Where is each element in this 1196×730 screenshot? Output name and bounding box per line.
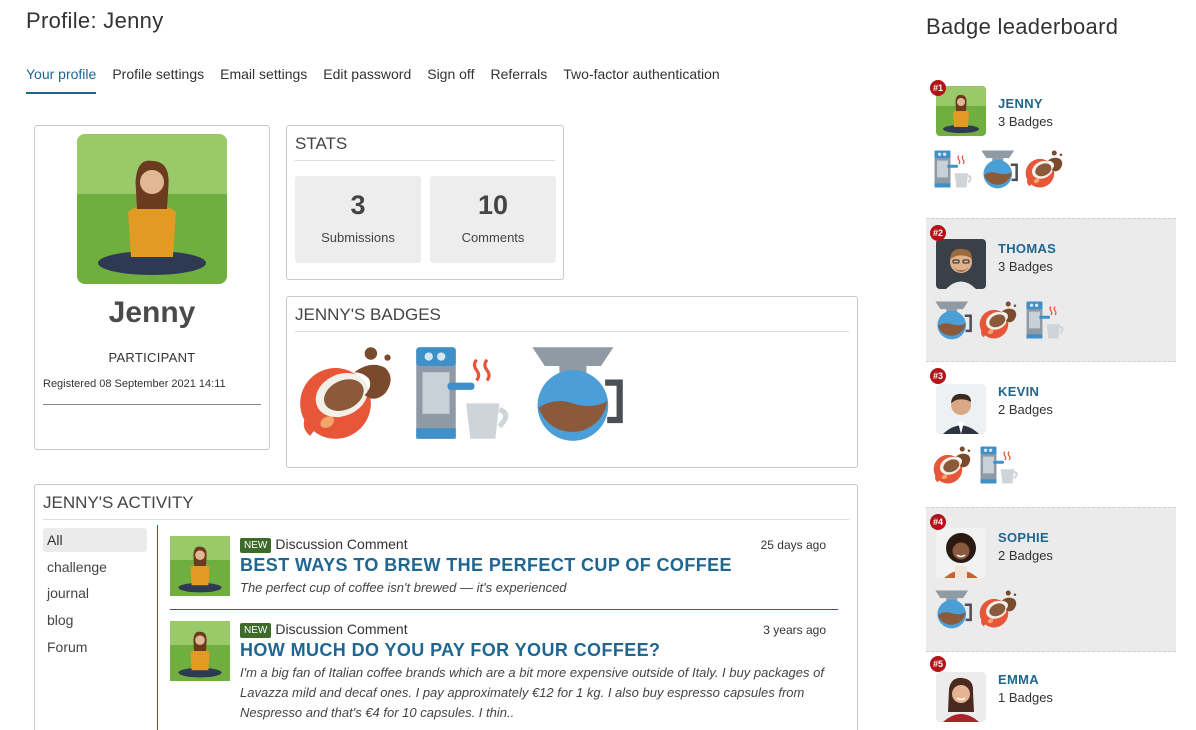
filter-challenge[interactable]: challenge [43,555,147,579]
activity-item: NEW Discussion Comment 25 days ago BEST W… [170,536,840,596]
spilled-coffee-cup-badge-icon [293,341,403,445]
avatar [936,239,986,289]
activity-type: NEW Discussion Comment [240,536,408,553]
stats-title: STATS [295,134,348,153]
activity-divider [157,525,158,730]
rank-badge: #3 [930,368,946,384]
rank-badge: #1 [930,80,946,96]
tab-referrals[interactable]: Referrals [490,64,547,94]
leaderboard-badge-count: 2 Badges [998,402,1053,417]
leaderboard-badges [932,148,1066,190]
leaderboard-badge-count: 1 Badges [998,690,1053,705]
activity-title: JENNY'S ACTIVITY [43,493,194,512]
stat-value: 10 [477,190,509,220]
tab-two-factor-authentication[interactable]: Two-factor authentication [563,64,719,94]
leaderboard-badges [932,588,1020,630]
activity-avatar [170,536,230,596]
tab-email-settings[interactable]: Email settings [220,64,307,94]
activity-separator [170,609,838,610]
filter-blog[interactable]: blog [43,608,147,632]
new-badge: NEW [240,623,272,638]
activity-type-label: Discussion Comment [275,621,408,637]
tab-sign-off[interactable]: Sign off [427,64,474,94]
registration-date: Registered 08 September 2021 14:11 [43,378,226,390]
stat-value: 3 [350,190,366,220]
activity-card: JENNY'S ACTIVITY All challenge journal b… [34,484,858,730]
badges-title: JENNY'S BADGES [295,305,441,324]
divider [43,404,261,405]
leaderboard-badge-count: 3 Badges [998,114,1053,129]
stat-label: Comments [461,230,525,245]
activity-excerpt: The perfect cup of coffee isn't brewed —… [240,580,567,595]
activity-time: 25 days ago [760,538,826,552]
tab-edit-password[interactable]: Edit password [323,64,411,94]
avatar [936,528,986,578]
stats-card: STATS 3 Submissions 10 Comments [286,125,564,280]
badges-card: JENNY'S BADGES [286,296,858,468]
divider [295,331,849,332]
espresso-machine-badge-icon [978,444,1020,486]
stat-comments: 10 Comments [430,176,556,263]
profile-avatar [77,134,227,284]
spilled-coffee-cup-badge-icon [978,299,1020,341]
coffee-pot-badge-icon [521,341,631,445]
espresso-machine-badge-icon [932,148,974,190]
activity-title-link[interactable]: HOW MUCH DO YOU PAY FOR YOUR COFFEE? [240,640,660,661]
coffee-pot-badge-icon [932,299,974,341]
rank-badge: #4 [930,514,946,530]
filter-journal[interactable]: journal [43,581,147,605]
leaderboard-badges [932,444,1020,486]
profile-tabs: Your profile Profile settings Email sett… [26,64,736,94]
spilled-coffee-cup-badge-icon [978,588,1020,630]
leaderboard-entry[interactable]: #1 JENNY 3 Badges [926,80,1176,210]
activity-title-link[interactable]: BEST WAYS TO BREW THE PERFECT CUP OF COF… [240,555,732,576]
leaderboard-name[interactable]: JENNY [998,96,1043,111]
leaderboard-badge-count: 3 Badges [998,259,1053,274]
rank-badge: #5 [930,656,946,672]
leaderboard-entry[interactable]: #4 SOPHIE 2 Badges [926,507,1176,652]
leaderboard-badges [932,299,1066,341]
activity-avatar [170,621,230,681]
leaderboard-entry[interactable]: #2 THOMAS 3 Badges [926,218,1176,362]
divider [43,519,849,520]
filter-all[interactable]: All [43,528,147,552]
stat-label: Submissions [321,230,395,245]
tab-profile-settings[interactable]: Profile settings [112,64,204,94]
espresso-machine-badge-icon [407,341,517,445]
tab-your-profile[interactable]: Your profile [26,64,97,94]
leaderboard-name[interactable]: SOPHIE [998,530,1049,545]
spilled-coffee-cup-badge-icon [932,444,974,486]
new-badge: NEW [240,538,272,553]
page-title: Profile: Jenny [26,8,164,33]
filter-forum[interactable]: Forum [43,635,147,659]
leaderboard-name[interactable]: KEVIN [998,384,1039,399]
activity-excerpt: I'm a big fan of Italian coffee brands w… [240,665,824,720]
activity-type: NEW Discussion Comment [240,621,408,638]
avatar [936,672,986,722]
profile-card: Jenny PARTICIPANT Registered 08 Septembe… [34,125,270,450]
leaderboard-badge-count: 2 Badges [998,548,1053,563]
activity-time: 3 years ago [763,623,826,637]
coffee-pot-badge-icon [978,148,1020,190]
avatar [936,384,986,434]
activity-type-label: Discussion Comment [275,536,408,552]
leaderboard-entry[interactable]: #3 KEVIN 2 Badges [926,368,1176,498]
divider [295,160,555,161]
leaderboard-title: Badge leaderboard [926,14,1119,39]
profile-role: PARTICIPANT [108,350,196,365]
spilled-coffee-cup-badge-icon [1024,148,1066,190]
leaderboard-entry[interactable]: #5 EMMA 1 Badges [926,656,1176,730]
activity-item: NEW Discussion Comment 3 years ago HOW MU… [170,621,840,721]
leaderboard-name[interactable]: EMMA [998,672,1039,687]
espresso-machine-badge-icon [1024,299,1066,341]
profile-name: Jenny [108,296,196,329]
leaderboard-name[interactable]: THOMAS [998,241,1056,256]
coffee-pot-badge-icon [932,588,974,630]
stat-submissions: 3 Submissions [295,176,421,263]
rank-badge: #2 [930,225,946,241]
